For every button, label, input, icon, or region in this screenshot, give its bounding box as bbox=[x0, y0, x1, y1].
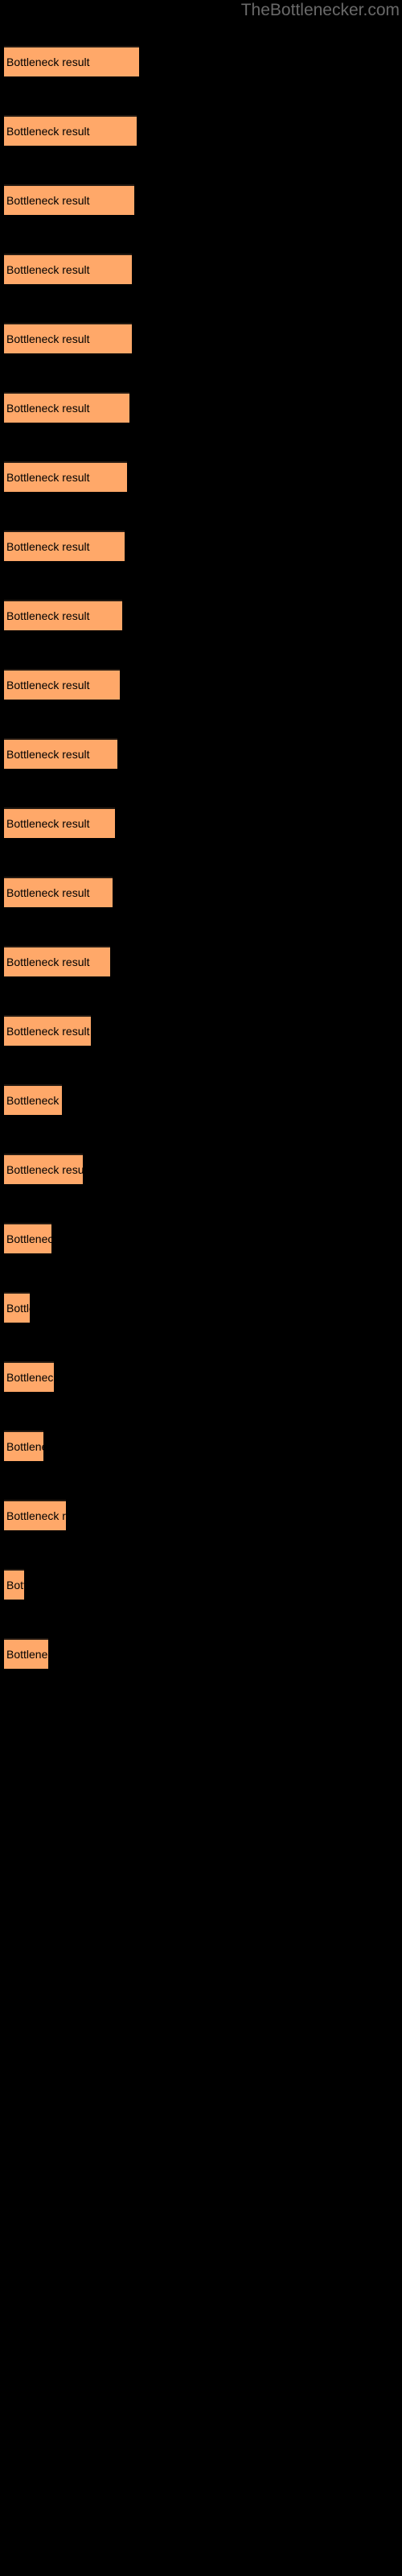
bar-label: Bottleneck result bbox=[6, 194, 90, 207]
bar-label: Bottleneck result bbox=[6, 1440, 43, 1453]
bar-label: Bottleneck result bbox=[6, 1302, 30, 1315]
bar-label: Bottleneck result bbox=[6, 1163, 83, 1176]
bottleneck-result-bar[interactable]: Bottleneck result bbox=[4, 1638, 48, 1669]
bar-label: Bottleneck result bbox=[6, 125, 90, 138]
bar-row: Bottleneck result bbox=[0, 1569, 402, 1600]
bar-label: Bottleneck result bbox=[6, 609, 90, 622]
bar-label: Bottleneck result bbox=[6, 1025, 90, 1038]
bar-row: Bottleneck result bbox=[0, 184, 402, 215]
bottleneck-result-bar[interactable]: Bottleneck result bbox=[4, 669, 120, 700]
bottleneck-result-bar[interactable]: Bottleneck result bbox=[4, 1361, 54, 1392]
bottleneck-result-bar[interactable]: Bottleneck result bbox=[4, 807, 115, 838]
bar-row: Bottleneck result bbox=[0, 323, 402, 353]
bar-row: Bottleneck result bbox=[0, 1361, 402, 1392]
bar-row: Bottleneck result bbox=[0, 254, 402, 284]
bar-row: Bottleneck result bbox=[0, 1292, 402, 1323]
bar-label: Bottleneck result bbox=[6, 540, 90, 553]
bottleneck-result-bar[interactable]: Bottleneck result bbox=[4, 1292, 30, 1323]
bottleneck-result-bar[interactable]: Bottleneck result bbox=[4, 600, 122, 630]
bottleneck-result-bar[interactable]: Bottleneck result bbox=[4, 115, 137, 146]
bar-label: Bottleneck result bbox=[6, 1579, 24, 1591]
bar-label: Bottleneck result bbox=[6, 1232, 51, 1245]
bottleneck-result-bar[interactable]: Bottleneck result bbox=[4, 1223, 51, 1253]
bar-row: Bottleneck result bbox=[0, 738, 402, 769]
bar-row: Bottleneck result bbox=[0, 600, 402, 630]
bottleneck-result-bar[interactable]: Bottleneck result bbox=[4, 1569, 24, 1600]
bar-row: Bottleneck result bbox=[0, 807, 402, 838]
bar-row: Bottleneck result bbox=[0, 1084, 402, 1115]
bottleneck-result-bar[interactable]: Bottleneck result bbox=[4, 530, 125, 561]
bar-label: Bottleneck result bbox=[6, 817, 90, 830]
bar-label: Bottleneck result bbox=[6, 1371, 54, 1384]
bar-label: Bottleneck result bbox=[6, 748, 90, 761]
bar-row: Bottleneck result bbox=[0, 1638, 402, 1669]
bar-label: Bottleneck result bbox=[6, 1509, 66, 1522]
bar-row: Bottleneck result bbox=[0, 392, 402, 423]
bottleneck-result-bar[interactable]: Bottleneck result bbox=[4, 1154, 83, 1184]
bar-row: Bottleneck result bbox=[0, 461, 402, 492]
bottleneck-result-bar[interactable]: Bottleneck result bbox=[4, 1430, 43, 1461]
bar-row: Bottleneck result bbox=[0, 877, 402, 907]
bar-label: Bottleneck result bbox=[6, 471, 90, 484]
bar-label: Bottleneck result bbox=[6, 886, 90, 899]
bar-row: Bottleneck result bbox=[0, 46, 402, 76]
bottleneck-result-bar[interactable]: Bottleneck result bbox=[4, 392, 129, 423]
bar-row: Bottleneck result bbox=[0, 669, 402, 700]
bar-label: Bottleneck result bbox=[6, 56, 90, 68]
bottleneck-result-bar[interactable]: Bottleneck result bbox=[4, 323, 132, 353]
bottleneck-result-bar[interactable]: Bottleneck result bbox=[4, 46, 139, 76]
bottleneck-bar-chart: Bottleneck result Bottleneck result Bottle… bbox=[0, 0, 402, 2576]
bar-row: Bottleneck result bbox=[0, 115, 402, 146]
bottleneck-result-bar[interactable]: Bottleneck result bbox=[4, 1500, 66, 1530]
bar-row: Bottleneck result bbox=[0, 1015, 402, 1046]
bottleneck-result-bar[interactable]: Bottleneck result bbox=[4, 1084, 62, 1115]
bar-row: Bottleneck result bbox=[0, 1430, 402, 1461]
bottleneck-result-bar[interactable]: Bottleneck result bbox=[4, 254, 132, 284]
page-root: TheBottlenecker.com Bottleneck result Bot… bbox=[0, 0, 402, 2576]
bar-label: Bottleneck result bbox=[6, 679, 90, 691]
bar-row: Bottleneck result bbox=[0, 1154, 402, 1184]
bottleneck-result-bar[interactable]: Bottleneck result bbox=[4, 738, 117, 769]
bar-label: Bottleneck result bbox=[6, 402, 90, 415]
bar-label: Bottleneck result bbox=[6, 1094, 62, 1107]
bar-row: Bottleneck result bbox=[0, 530, 402, 561]
bottleneck-result-bar[interactable]: Bottleneck result bbox=[4, 461, 127, 492]
bar-row: Bottleneck result bbox=[0, 1500, 402, 1530]
bar-label: Bottleneck result bbox=[6, 263, 90, 276]
bar-row: Bottleneck result bbox=[0, 1223, 402, 1253]
bottleneck-result-bar[interactable]: Bottleneck result bbox=[4, 946, 110, 976]
bottleneck-result-bar[interactable]: Bottleneck result bbox=[4, 1015, 91, 1046]
bar-label: Bottleneck result bbox=[6, 332, 90, 345]
bar-row: Bottleneck result bbox=[0, 946, 402, 976]
bar-label: Bottleneck result bbox=[6, 1648, 48, 1661]
bottleneck-result-bar[interactable]: Bottleneck result bbox=[4, 184, 134, 215]
bottleneck-result-bar[interactable]: Bottleneck result bbox=[4, 877, 113, 907]
bar-label: Bottleneck result bbox=[6, 956, 90, 968]
